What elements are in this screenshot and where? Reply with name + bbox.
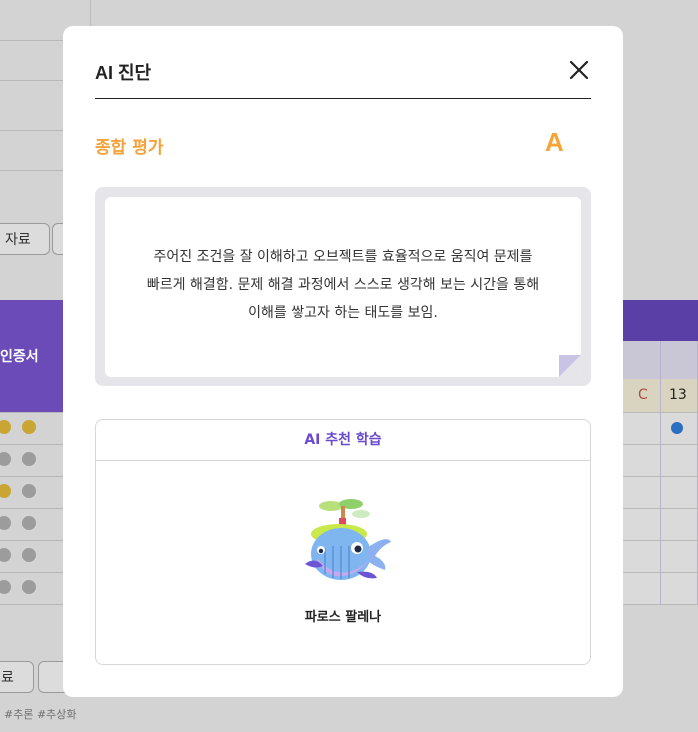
comment-line: 주어진 조건을 잘 이해하고 오브젝트를 효율적으로 움직여 문제를: [153, 249, 533, 265]
gray-medal-icon: [0, 548, 11, 562]
title-divider: [95, 98, 591, 99]
gray-medal-icon: [22, 516, 36, 530]
bg-certificate-header: 인증서: [0, 300, 63, 412]
comment-line: 빠르게 해결함. 문제 해결 과정에서 스스로 생각해 보는 시간을 통해: [146, 277, 540, 293]
gray-medal-icon: [0, 580, 11, 594]
bg-grade-cell: C: [638, 387, 648, 403]
gray-medal-icon: [22, 484, 36, 498]
close-button[interactable]: [565, 56, 593, 84]
grade-badge: A: [545, 127, 564, 157]
bg-col-line: [660, 341, 661, 605]
gray-medal-icon: [0, 452, 11, 466]
gray-medal-icon: [22, 548, 36, 562]
gray-medal-icon: [22, 580, 36, 594]
evaluation-comment: 주어진 조건을 잘 이해하고 오브젝트를 효율적으로 움직여 문제를 빠르게 해…: [105, 243, 581, 327]
recommended-lesson-name: 파로스 팔레나: [304, 610, 382, 625]
ai-diagnosis-modal: AI 진단 종합 평가 A 주어진 조건을 잘 이해하고 오브젝트를 효율적으로…: [63, 26, 623, 697]
bg-resource-label: 료: [1, 670, 14, 686]
gray-medal-icon: [22, 452, 36, 466]
bg-tags: #추론 #추상화: [4, 708, 77, 721]
bg-certificate-label: 인증서: [0, 349, 39, 365]
evaluation-comment-frame: 주어진 조건을 잘 이해하고 오브젝트를 효율적으로 움직여 문제를 빠르게 해…: [95, 187, 591, 386]
modal-title: AI 진단: [95, 63, 152, 83]
gray-medal-icon: [0, 516, 11, 530]
close-icon: [569, 60, 589, 80]
gold-medal-icon: [0, 484, 11, 498]
recommendation-title: AI 추천 학습: [96, 420, 590, 461]
bg-resource-button[interactable]: 자료: [0, 223, 50, 255]
gold-medal-icon: [22, 420, 36, 434]
ai-recommendation-panel: AI 추천 학습 파로스 팔레나: [95, 419, 591, 665]
status-dot-icon: [671, 422, 683, 434]
bg-resource-label: 자료: [5, 232, 31, 248]
bg-number-cell: 13: [669, 387, 687, 403]
evaluation-comment-card: 주어진 조건을 잘 이해하고 오브젝트를 효율적으로 움직여 문제를 빠르게 해…: [105, 197, 581, 377]
overall-evaluation-label: 종합 평가: [95, 138, 164, 158]
page-fold-icon: [559, 355, 581, 377]
gold-medal-icon: [0, 420, 11, 434]
bg-resource-button[interactable]: 료: [0, 661, 34, 693]
whale-island-icon: [305, 499, 391, 580]
comment-line: 이해를 쌓고자 하는 태도를 보임.: [248, 305, 438, 321]
recommended-lesson-card[interactable]: 파로스 팔레나: [276, 492, 410, 632]
